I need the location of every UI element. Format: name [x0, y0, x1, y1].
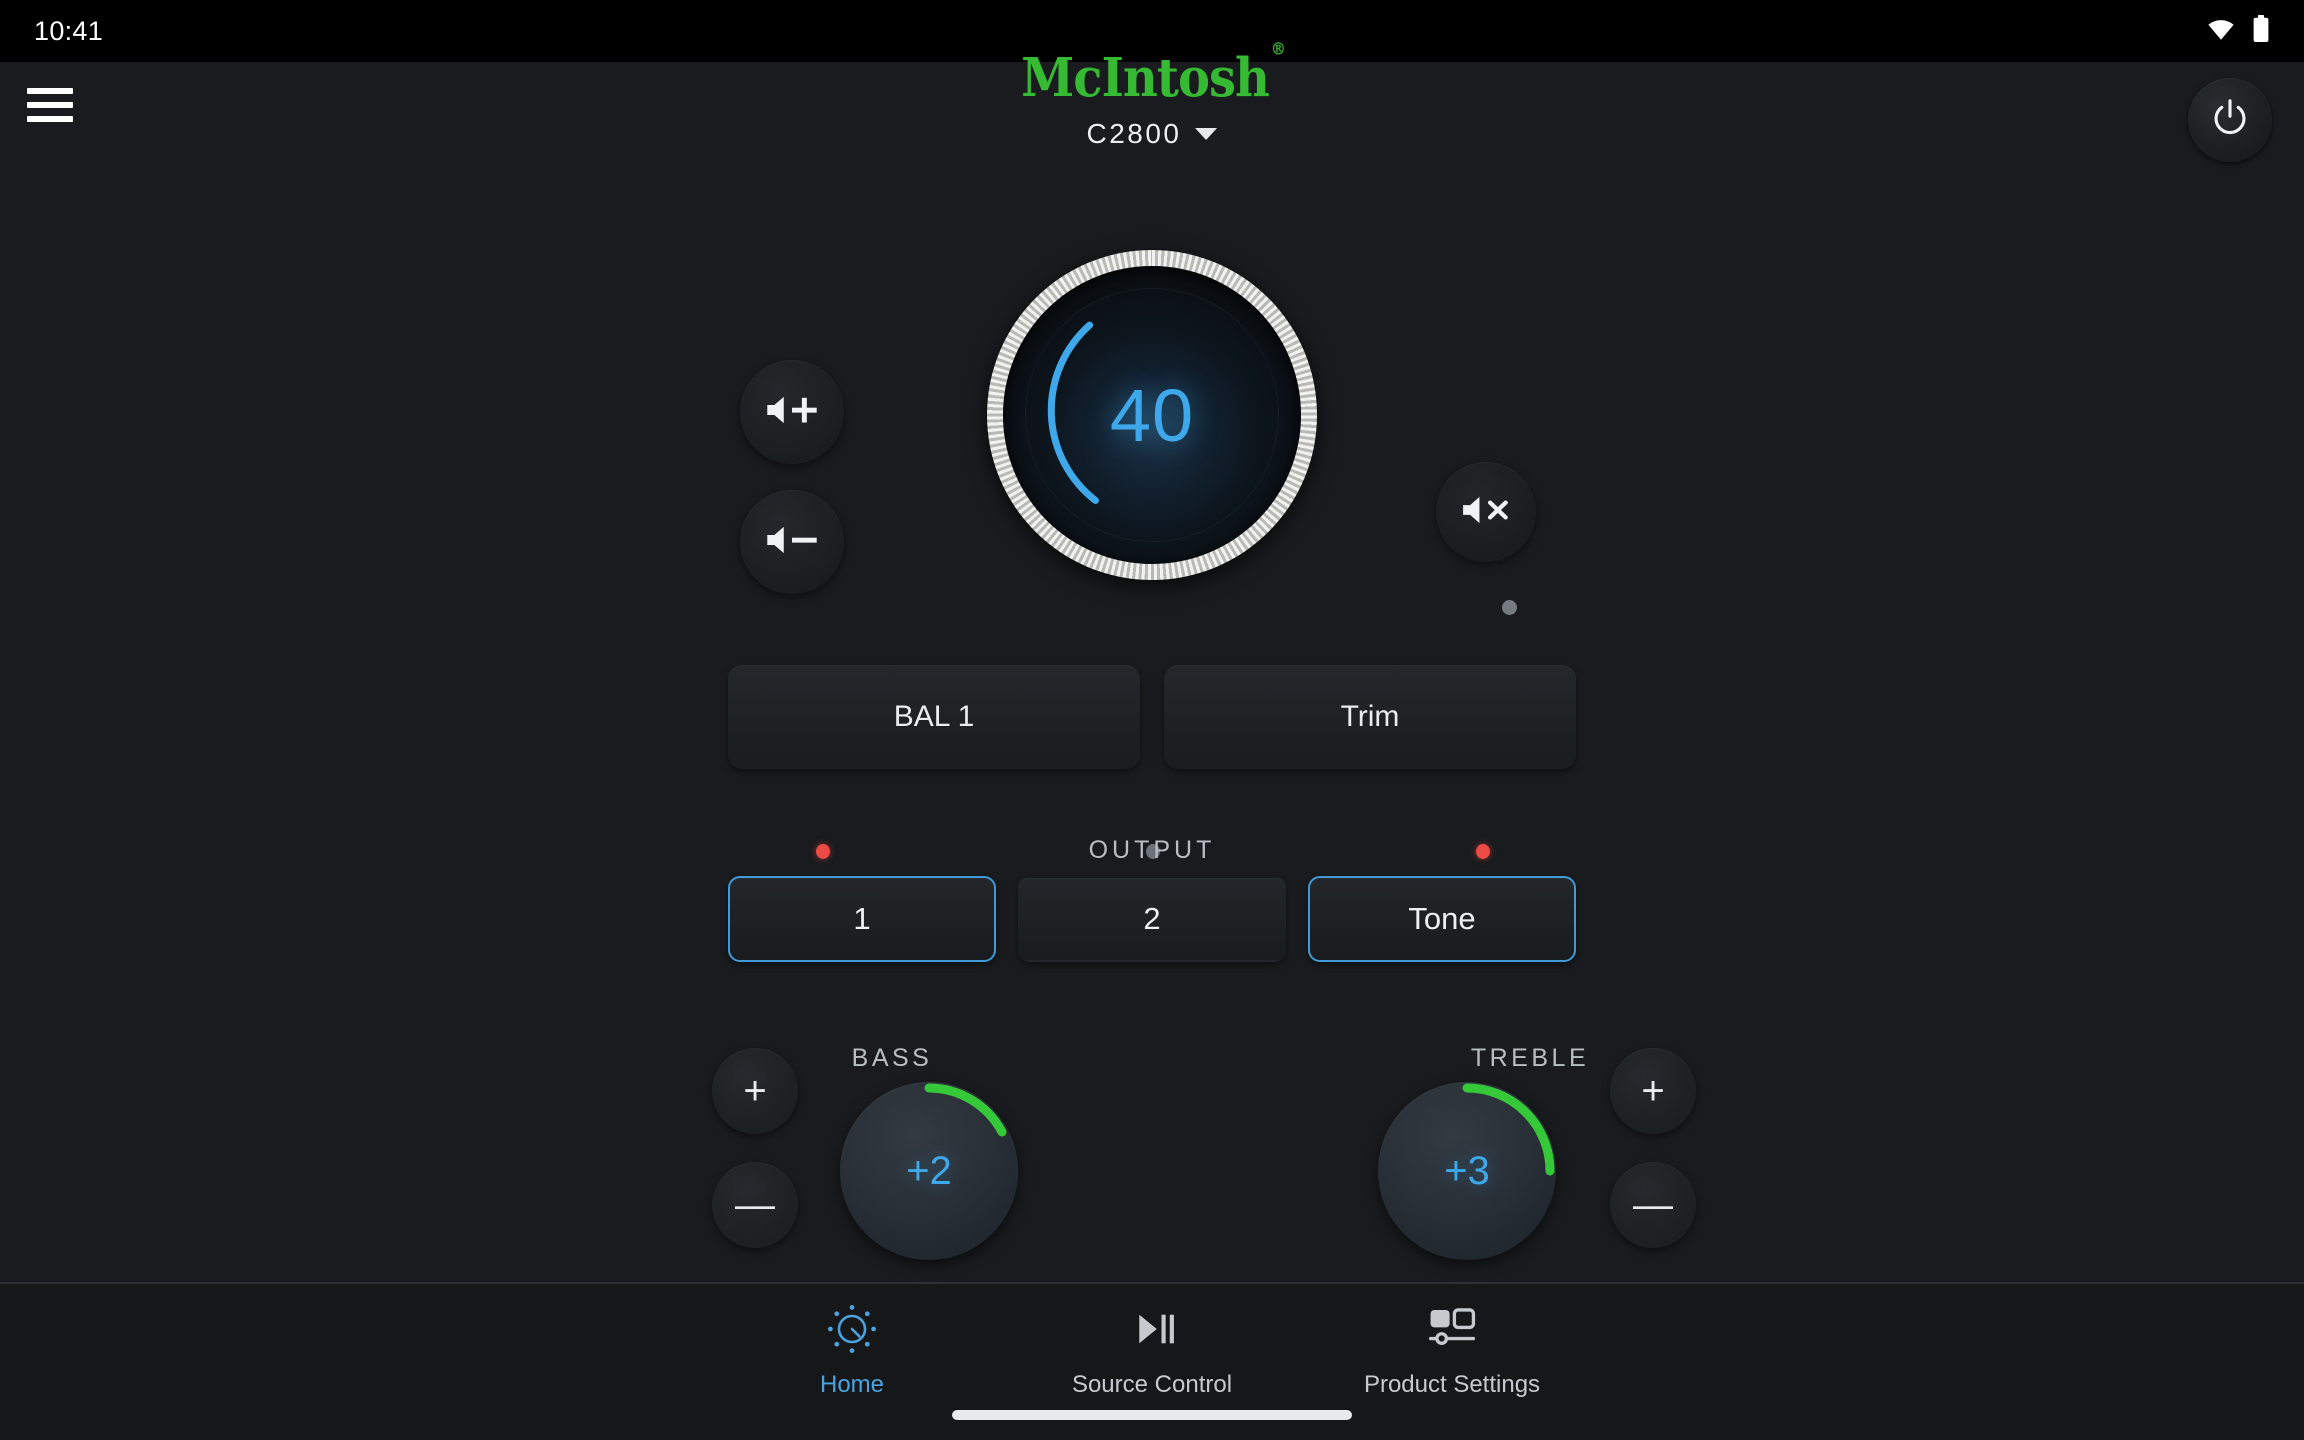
app-header: McIntosh ® C2800 — [0, 40, 2304, 174]
mute-icon — [1459, 492, 1513, 533]
nav-label-product-settings: Product Settings — [1363, 1371, 1541, 1398]
volume-up-button[interactable] — [740, 360, 844, 464]
home-indicator[interactable] — [952, 1410, 1352, 1420]
treble-group: TREBLE +3 + — — [1290, 1020, 1850, 1260]
model-name: C2800 — [1086, 118, 1182, 149]
volume-section: 40 — [0, 250, 2304, 615]
output-section-label: OUTPUT — [1088, 836, 1216, 864]
volume-down-icon — [764, 521, 820, 564]
output-1-led — [816, 844, 830, 859]
output-button-tone[interactable]: Tone — [1308, 876, 1576, 962]
bottom-navigation: Home Source Control Product Settings — [0, 1284, 2304, 1440]
bass-decrease-button[interactable]: — — [712, 1162, 798, 1248]
power-icon — [2208, 96, 2252, 145]
output-section: OUTPUT 1 2 Tone — [728, 830, 1576, 962]
treble-increase-button[interactable]: + — [1610, 1048, 1696, 1134]
treble-decrease-button[interactable]: — — [1610, 1162, 1696, 1248]
chevron-down-icon — [1195, 128, 1218, 140]
volume-down-button[interactable] — [740, 490, 844, 594]
mcintosh-logo: McIntosh ® — [1021, 38, 1286, 110]
bass-increase-button[interactable]: + — [712, 1048, 798, 1134]
hamburger-menu-icon[interactable] — [24, 84, 76, 126]
app-root: 10:41 McIntosh ® C2800 40 BAL 1 Trim OUT… — [0, 0, 2304, 1440]
output-button-2[interactable]: 2 — [1018, 876, 1286, 962]
output-button-1[interactable]: 1 — [728, 876, 996, 962]
nav-item-home[interactable]: Home — [702, 1302, 1002, 1399]
power-button[interactable] — [2188, 78, 2272, 162]
nav-item-source-control[interactable]: Source Control — [1002, 1302, 1302, 1399]
volume-value: 40 — [1109, 373, 1195, 457]
tone-section: BASS + — +2 TREBLE +3 + — — [0, 1020, 2304, 1260]
trim-button[interactable]: Trim — [1164, 665, 1576, 769]
status-icons — [2206, 14, 2270, 48]
panels-slider-icon — [1425, 1302, 1479, 1361]
mute-indicator-led — [1502, 600, 1517, 615]
model-selector[interactable]: C2800 — [1021, 118, 1283, 150]
play-pause-icon — [1125, 1302, 1179, 1361]
treble-value: +3 — [1444, 1148, 1490, 1193]
volume-up-icon — [764, 391, 820, 434]
nav-item-product-settings[interactable]: Product Settings — [1302, 1302, 1602, 1399]
nav-label-source-control: Source Control — [1071, 1371, 1233, 1398]
quick-buttons-row: BAL 1 Trim — [728, 665, 1576, 769]
output-led-row: OUTPUT — [728, 830, 1576, 876]
output-buttons-row: 1 2 Tone — [728, 876, 1576, 962]
dial-knob-icon — [825, 1302, 879, 1361]
status-clock: 10:41 — [34, 15, 104, 46]
bass-value: +2 — [906, 1148, 952, 1193]
treble-knob[interactable]: +3 — [1378, 1082, 1556, 1260]
bal-button[interactable]: BAL 1 — [728, 665, 1140, 769]
trademark-symbol: ® — [1270, 38, 1286, 59]
bass-group: BASS + — +2 — [712, 1020, 1272, 1260]
battery-icon — [2252, 14, 2270, 48]
wifi-icon — [2206, 17, 2236, 46]
bass-knob[interactable]: +2 — [840, 1082, 1018, 1260]
tone-led — [1476, 844, 1490, 859]
volume-knob[interactable]: 40 — [987, 250, 1317, 580]
brand-block: McIntosh ® C2800 — [1021, 38, 1286, 150]
mute-button[interactable] — [1436, 462, 1536, 562]
nav-label-home: Home — [819, 1371, 885, 1398]
